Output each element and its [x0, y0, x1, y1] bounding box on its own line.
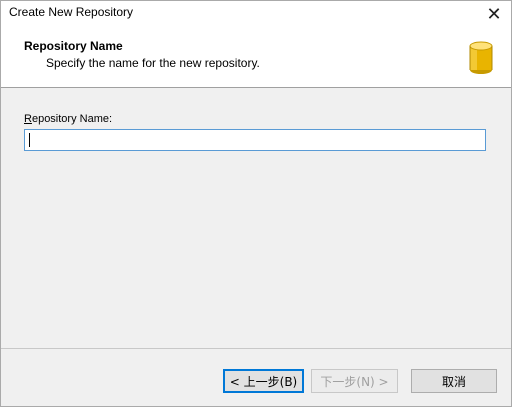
- repository-name-input[interactable]: [24, 129, 486, 151]
- label-text: epository Name:: [31, 113, 113, 125]
- repository-name-label: Repository Name:: [24, 113, 112, 125]
- label-accelerator: R: [24, 113, 32, 125]
- next-button[interactable]: 下一步(N) >: [311, 369, 398, 393]
- cancel-button[interactable]: 取消: [411, 369, 497, 393]
- close-icon[interactable]: ✕: [477, 1, 511, 27]
- database-icon: [469, 41, 493, 74]
- create-repository-dialog: Create New Repository ✕ Repository Name …: [0, 0, 512, 407]
- footer-divider: [1, 348, 511, 349]
- window-title: Create New Repository: [9, 5, 134, 19]
- page-subtitle: Specify the name for the new repository.: [46, 56, 260, 70]
- wizard-header: Repository Name Specify the name for the…: [1, 27, 511, 88]
- title-bar: Create New Repository ✕: [1, 1, 511, 27]
- page-title: Repository Name: [24, 39, 123, 53]
- back-button[interactable]: < 上一步(B): [223, 369, 304, 393]
- text-caret: [29, 133, 30, 147]
